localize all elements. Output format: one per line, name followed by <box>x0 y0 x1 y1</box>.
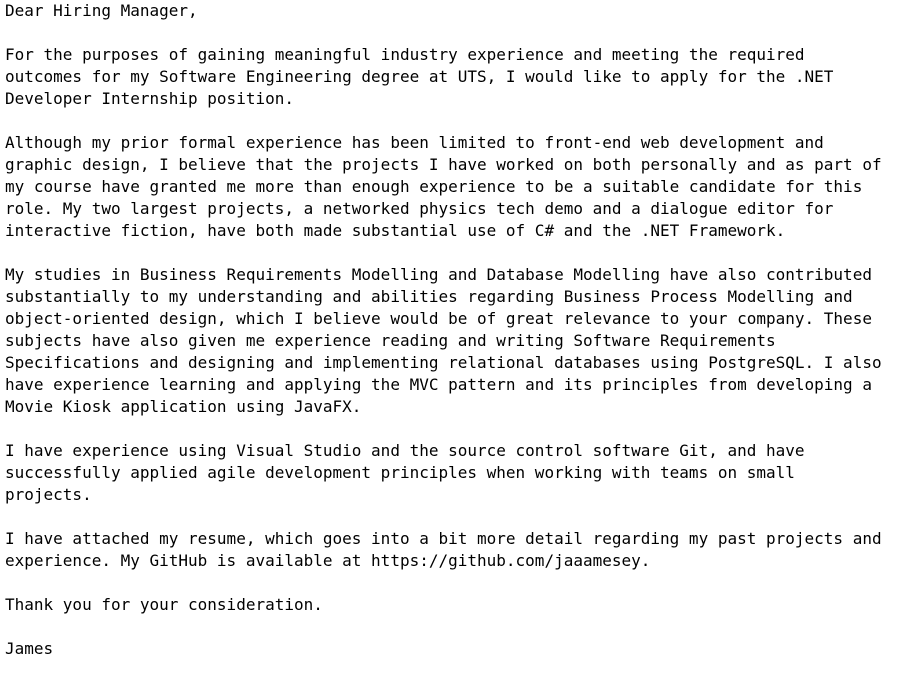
paragraph-line: substantially to my understanding and ab… <box>5 287 853 306</box>
salutation: Dear Hiring Manager, <box>5 1 198 20</box>
paragraph-line: I have experience using Visual Studio an… <box>5 441 805 460</box>
paragraph-line: role. My two largest projects, a network… <box>5 199 834 218</box>
paragraph-line: have experience learning and applying th… <box>5 375 872 394</box>
paragraph-resume: I have attached my resume, which goes in… <box>5 528 922 572</box>
paragraph-line: Specifications and designing and impleme… <box>5 353 882 372</box>
paragraph-line: Thank you for your consideration. <box>5 595 323 614</box>
paragraph-closing: Thank you for your consideration. <box>5 594 922 616</box>
paragraph-line: Developer Internship position. <box>5 89 294 108</box>
paragraph-line: outcomes for my Software Engineering deg… <box>5 67 834 86</box>
paragraph-intro: For the purposes of gaining meaningful i… <box>5 44 922 110</box>
paragraph-line: For the purposes of gaining meaningful i… <box>5 45 805 64</box>
paragraph-line: interactive fiction, have both made subs… <box>5 221 786 240</box>
paragraph-line: My studies in Business Requirements Mode… <box>5 265 872 284</box>
paragraph-line: projects. <box>5 485 92 504</box>
signature: James <box>5 639 54 658</box>
paragraph-line: successfully applied agile development p… <box>5 463 795 482</box>
paragraph-line: I have attached my resume, which goes in… <box>5 529 882 548</box>
paragraph-line: object-oriented design, which I believe … <box>5 309 872 328</box>
cover-letter: Dear Hiring Manager, For the purposes of… <box>5 0 922 660</box>
paragraph-tools: I have experience using Visual Studio an… <box>5 440 922 506</box>
paragraph-line: my course have granted me more than enou… <box>5 177 863 196</box>
paragraph-studies: My studies in Business Requirements Mode… <box>5 264 922 418</box>
paragraph-line: Movie Kiosk application using JavaFX. <box>5 397 362 416</box>
paragraph-experience: Although my prior formal experience has … <box>5 132 922 242</box>
paragraph-line: Although my prior formal experience has … <box>5 133 824 152</box>
paragraph-line: graphic design, I believe that the proje… <box>5 155 882 174</box>
paragraph-line: subjects have also given me experience r… <box>5 331 776 350</box>
paragraph-line: experience. My GitHub is available at ht… <box>5 551 651 570</box>
